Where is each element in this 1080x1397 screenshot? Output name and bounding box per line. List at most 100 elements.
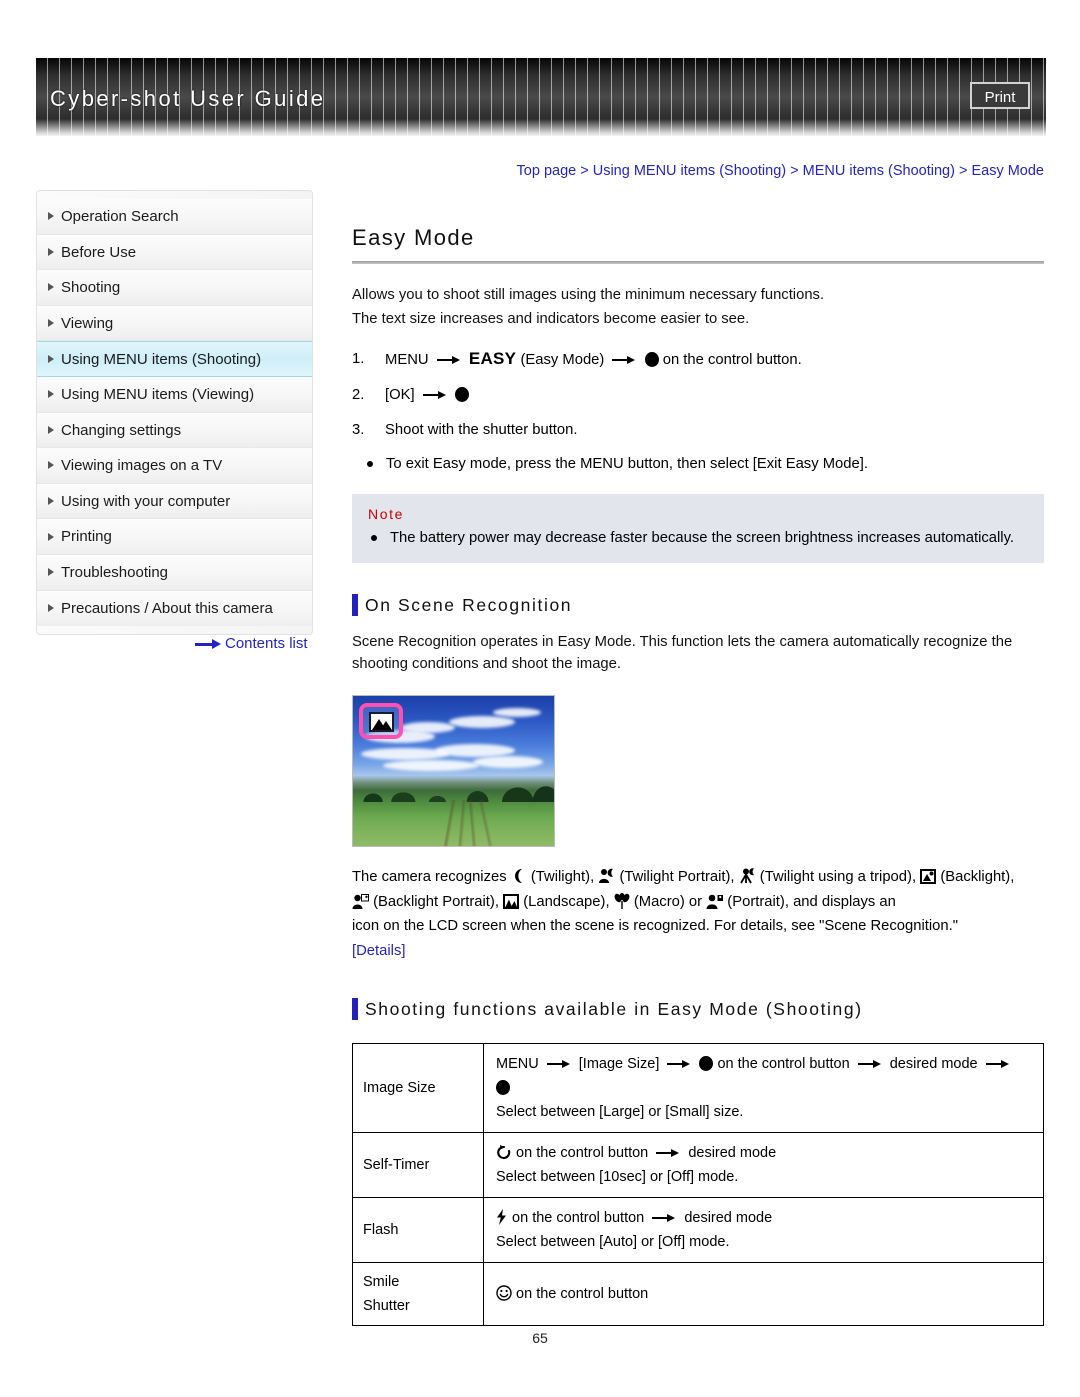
table-row: Self-Timer on the control button desired… bbox=[352, 1132, 1044, 1198]
sidebar-item-label: Using MENU items (Viewing) bbox=[61, 385, 255, 403]
intro-line-2: The text size increases and indicators b… bbox=[352, 311, 750, 327]
table-row: Smile Shutter on the control button bbox=[352, 1262, 1044, 1326]
scene-recognition-paragraph: Scene Recognition operates in Easy Mode.… bbox=[352, 634, 1013, 672]
sidebar-item-label: Operation Search bbox=[61, 208, 179, 225]
scene-recognition-sample-photo bbox=[352, 695, 555, 847]
backlight-portrait-icon bbox=[352, 893, 369, 909]
cloud-shape bbox=[401, 722, 455, 733]
note-heading: Note bbox=[368, 506, 404, 522]
desired-mode-text: desired mode bbox=[684, 1210, 773, 1226]
step-2-number: 2. bbox=[352, 387, 365, 403]
step-1: 1. MENU EASY (Easy Mode) on the control … bbox=[352, 346, 1044, 373]
sidebar-item-label: Shooting bbox=[61, 279, 121, 297]
scene-recognition-landscape-icon bbox=[359, 703, 403, 739]
triangle-right-icon bbox=[48, 212, 54, 221]
sidebar-item-operation-search[interactable]: Operation Search bbox=[37, 199, 312, 235]
cloud-shape bbox=[473, 756, 543, 768]
image-size-label: [Image Size] bbox=[578, 1056, 660, 1072]
triangle-right-icon bbox=[48, 425, 54, 434]
details-link[interactable]: [Details] bbox=[352, 943, 405, 959]
treeline-shape bbox=[353, 774, 554, 802]
step-1-easy-paren: (Easy Mode) bbox=[520, 352, 605, 368]
page-number: 65 bbox=[532, 1330, 548, 1346]
landscape-icon bbox=[369, 712, 394, 732]
label-macro: (Macro) or bbox=[633, 893, 703, 910]
sidebar-item-using-with-your-computer[interactable]: Using with your computer bbox=[37, 483, 312, 520]
flash-line-1: on the control button desired mode bbox=[496, 1206, 1031, 1230]
landscape-icon bbox=[503, 893, 520, 909]
recognize-intro: The camera recognizes bbox=[352, 869, 507, 885]
sidebar-item-printing[interactable]: Printing bbox=[37, 519, 312, 555]
row-body-smile-shutter: on the control button bbox=[483, 1262, 1044, 1326]
main-content: Easy Mode Allows you to shoot still imag… bbox=[352, 225, 1044, 1326]
arrow-right-icon bbox=[985, 1059, 1010, 1069]
desired-mode-text: desired mode bbox=[889, 1056, 978, 1072]
triangle-right-icon bbox=[48, 461, 54, 470]
step-1-tail: on the control button. bbox=[662, 352, 802, 368]
sidebar-item-label: Viewing images on a TV bbox=[61, 457, 223, 475]
flash-icon bbox=[497, 1209, 506, 1225]
row-label-flash: Flash bbox=[352, 1197, 484, 1263]
step-2: 2. [OK] bbox=[352, 382, 1044, 408]
triangle-right-icon bbox=[48, 390, 54, 399]
desired-mode-text: desired mode bbox=[688, 1145, 777, 1161]
control-button-text: on the control button bbox=[516, 1145, 649, 1161]
label-twilight-tripod: (Twilight using a tripod), bbox=[759, 869, 917, 885]
row-body-self-timer: on the control button desired mode Selec… bbox=[483, 1132, 1044, 1198]
sidebar-item-shooting[interactable]: Shooting bbox=[37, 270, 312, 306]
step-1-menu-label: MENU bbox=[385, 352, 429, 368]
self-timer-line-2: Select between [10sec] or [Off] mode. bbox=[496, 1169, 739, 1185]
triangle-right-icon bbox=[48, 532, 54, 541]
scene-recognition-tail: icon on the LCD screen when the scene is… bbox=[352, 918, 959, 934]
step-2-ok-label: [OK] bbox=[385, 387, 415, 403]
label-backlight: (Backlight), bbox=[940, 869, 1015, 885]
sidebar-item-changing-settings[interactable]: Changing settings bbox=[37, 412, 312, 449]
triangle-right-icon bbox=[48, 568, 54, 577]
sidebar-item-label: Troubleshooting bbox=[61, 563, 169, 581]
control-button-text: on the control button bbox=[512, 1210, 645, 1226]
control-button-text: on the control button bbox=[516, 1286, 649, 1302]
label-twilight-portrait: (Twilight Portrait), bbox=[619, 869, 735, 885]
breadcrumb[interactable]: Top page > Using MENU items (Shooting) >… bbox=[352, 163, 1044, 179]
smile-shutter-icon bbox=[496, 1285, 512, 1301]
arrow-right-icon bbox=[656, 1148, 680, 1158]
row-label-image-size: Image Size bbox=[352, 1043, 484, 1133]
arrow-right-icon bbox=[195, 639, 221, 650]
triangle-right-icon bbox=[48, 355, 54, 364]
app-title: Cyber-shot User Guide bbox=[50, 86, 326, 111]
steps-list: 1. MENU EASY (Easy Mode) on the control … bbox=[352, 346, 1044, 476]
sidebar-item-precautions-about-this-camera[interactable]: Precautions / About this camera bbox=[37, 590, 312, 627]
sidebar-item-label: Viewing bbox=[61, 314, 114, 332]
note-box: Note The battery power may decrease fast… bbox=[352, 494, 1044, 563]
arrow-right-icon bbox=[422, 390, 447, 400]
smile-shutter-line-1: on the control button bbox=[496, 1282, 1031, 1306]
twilight-moon-icon bbox=[514, 869, 522, 883]
sidebar-item-using-menu-items-viewing[interactable]: Using MENU items (Viewing) bbox=[37, 376, 312, 413]
label-landscape: (Landscape), bbox=[523, 893, 610, 910]
sidebar-item-viewing-images-on-a-tv[interactable]: Viewing images on a TV bbox=[37, 448, 312, 484]
sidebar-item-using-menu-items-shooting[interactable]: Using MENU items (Shooting) bbox=[37, 341, 312, 377]
control-button-center-icon bbox=[454, 386, 469, 402]
row-label-self-timer: Self-Timer bbox=[352, 1132, 484, 1198]
sidebar-item-troubleshooting[interactable]: Troubleshooting bbox=[37, 554, 312, 591]
image-size-line-3: Select between [Large] or [Small] size. bbox=[496, 1104, 744, 1120]
print-button[interactable]: Print bbox=[970, 82, 1030, 109]
bullet-icon bbox=[371, 535, 377, 541]
sidebar-item-before-use[interactable]: Before Use bbox=[37, 234, 312, 271]
menu-label: MENU bbox=[496, 1056, 539, 1072]
triangle-right-icon bbox=[48, 604, 54, 613]
contents-list-link[interactable]: Contents list bbox=[195, 635, 308, 652]
app-header: Cyber-shot User Guide Print bbox=[36, 58, 1046, 136]
triangle-right-icon bbox=[48, 247, 54, 256]
step-3-number: 3. bbox=[352, 422, 365, 438]
control-button-center-icon bbox=[644, 351, 659, 367]
sidebar-item-viewing[interactable]: Viewing bbox=[37, 305, 312, 342]
sidebar-item-label: Printing bbox=[61, 528, 112, 546]
field-furrows bbox=[353, 800, 554, 846]
control-button-center-icon bbox=[699, 1055, 714, 1071]
step-3-bullet-text: To exit Easy mode, press the MENU button… bbox=[386, 456, 868, 472]
section-heading-shooting-functions: Shooting functions available in Easy Mod… bbox=[352, 997, 1044, 1021]
intro-line-1: Allows you to shoot still images using t… bbox=[352, 287, 825, 303]
triangle-right-icon bbox=[48, 497, 54, 506]
cloud-shape bbox=[449, 716, 515, 728]
